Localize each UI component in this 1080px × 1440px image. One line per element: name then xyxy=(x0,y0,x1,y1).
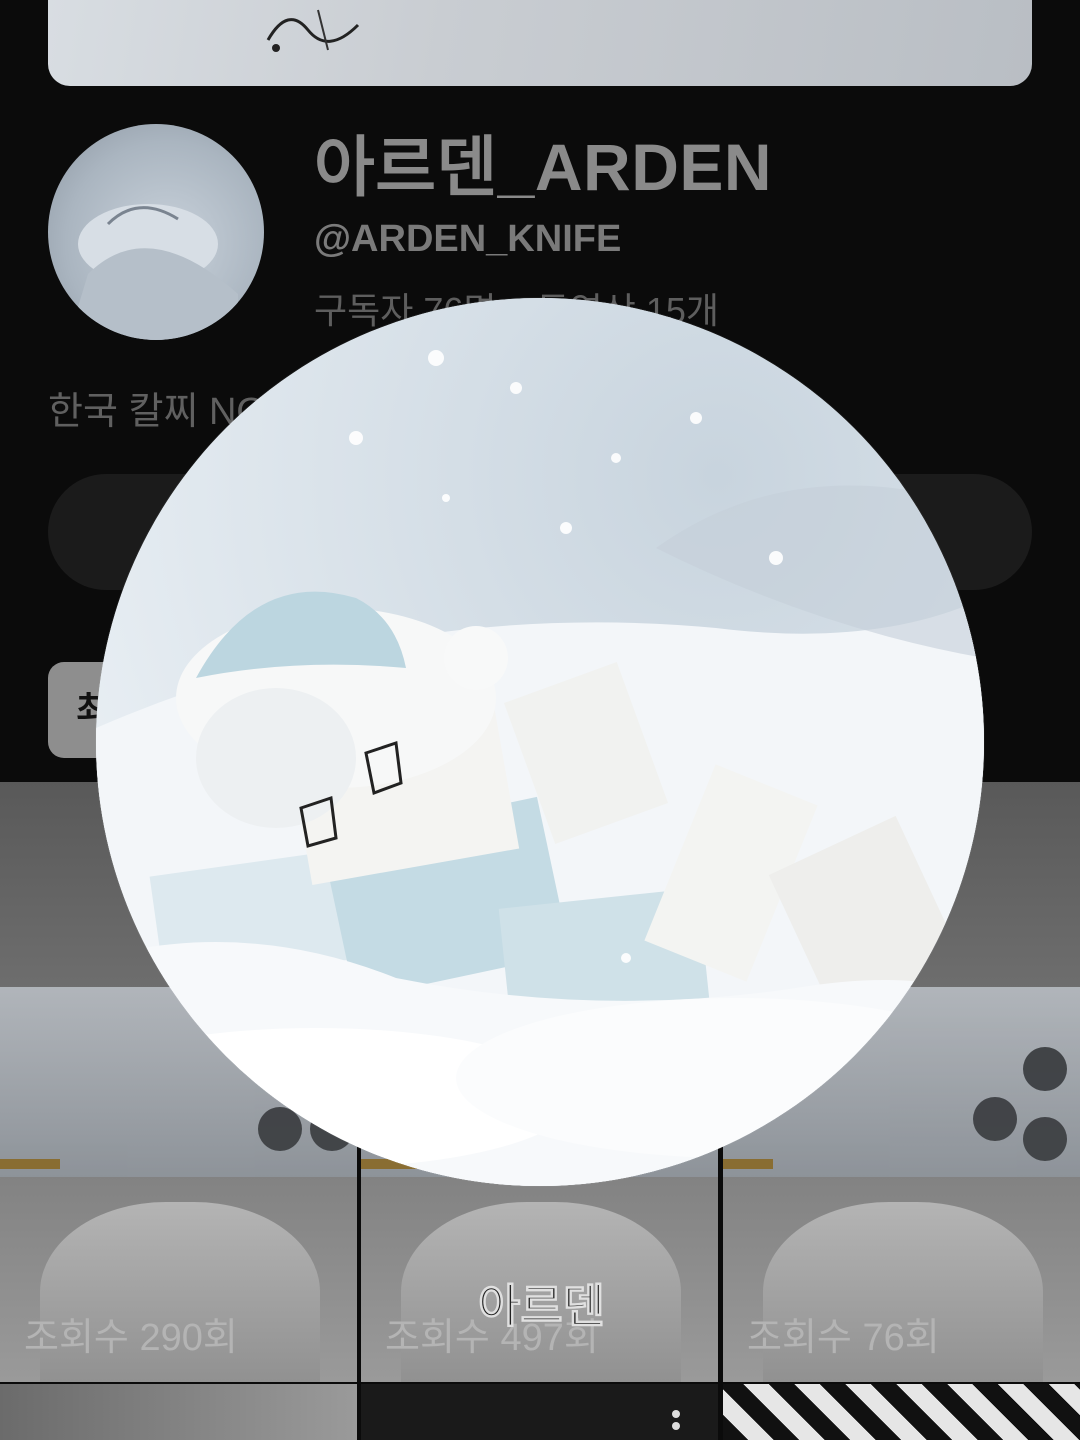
channel-page: 아르덴_ARDEN @ARDEN_KNIFE 구독자 76명·동영상 15개 한… xyxy=(0,0,1080,1440)
channel-name: 아르덴_ARDEN xyxy=(314,130,773,204)
thumbnail-caption: 아르덴 xyxy=(478,1280,606,1333)
channel-banner xyxy=(48,0,1032,86)
video-tile[interactable] xyxy=(361,1384,718,1440)
banner-drawing xyxy=(266,9,360,52)
vertical-dots-icon[interactable] xyxy=(672,1408,684,1440)
video-views: 조회수 290회 xyxy=(24,1317,238,1359)
profile-picture-enlarged xyxy=(96,298,984,1186)
video-grid-next-row xyxy=(0,1384,1080,1440)
video-tile[interactable] xyxy=(723,1384,1080,1440)
video-tile[interactable] xyxy=(0,1384,357,1440)
video-views: 조회수 76회 xyxy=(747,1317,940,1359)
channel-handle: @ARDEN_KNIFE xyxy=(314,218,622,260)
profile-picture-image xyxy=(96,298,984,1186)
